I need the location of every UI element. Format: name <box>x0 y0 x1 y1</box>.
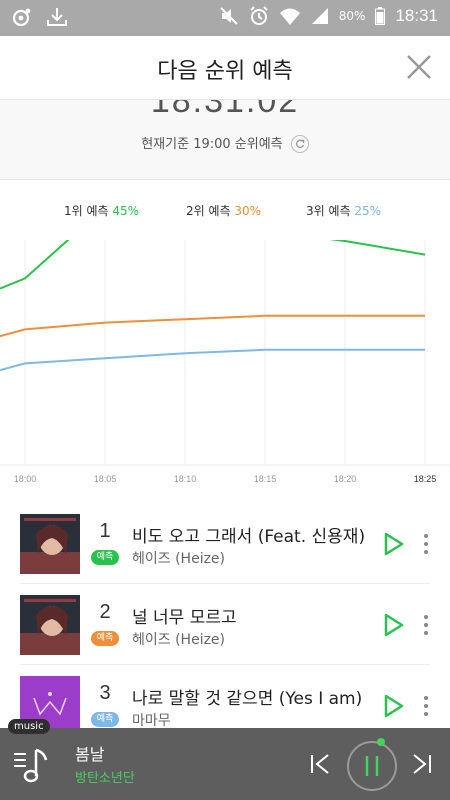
status-time: 18:31 <box>395 6 438 25</box>
play-icon[interactable] <box>383 532 405 556</box>
more-vertical-icon[interactable] <box>420 695 432 717</box>
x-tick-label: 18:00 <box>14 474 37 484</box>
prediction-badge: 예측 <box>91 712 119 727</box>
rank-number: 3 <box>99 682 111 704</box>
mini-player[interactable]: 봄날 방탄소년단 <box>0 728 450 800</box>
legend-label: 2위 예측 <box>186 204 235 218</box>
x-tick-label: 18:05 <box>94 474 117 484</box>
battery-icon <box>375 7 386 25</box>
list-item[interactable]: 1 예측 비도 오고 그래서 (Feat. 신용재) 헤이즈 (Heize) <box>20 503 430 584</box>
legend-label: 1위 예측 <box>64 204 113 218</box>
prediction-base-row: 현재기준 19:00 순위예측 <box>0 133 450 154</box>
prediction-clock-area: 18:31:02 현재기준 19:00 순위예측 <box>0 100 450 180</box>
legend-item-1: 1위 예측 45% <box>64 202 139 219</box>
album-cover[interactable] <box>20 514 80 574</box>
x-tick-label: 18:20 <box>334 474 357 484</box>
series-line-3 <box>0 348 425 372</box>
page-header: 다음 순위 예측 <box>0 36 450 100</box>
music-tag: music <box>8 719 50 734</box>
series-line-2 <box>0 314 425 338</box>
playlist-music-icon[interactable] <box>12 742 52 786</box>
battery-percent: 80% <box>338 9 366 23</box>
current-time-clock: 18:31:02 <box>150 100 300 120</box>
app-notification-icon <box>12 8 31 27</box>
rank-number: 1 <box>99 520 111 542</box>
skip-previous-icon[interactable] <box>308 752 332 776</box>
now-playing-title[interactable]: 봄날 <box>75 741 104 765</box>
chart-legend: 1위 예측 45% 2위 예측 30% 3위 예측 25% <box>0 202 450 222</box>
artist-name[interactable]: 헤이즈 (Heize) <box>132 548 367 568</box>
page-title: 다음 순위 예측 <box>157 59 293 84</box>
album-cover[interactable] <box>20 595 80 655</box>
legend-label: 3위 예측 <box>306 204 355 218</box>
status-bar: 80% 18:31 <box>0 0 450 36</box>
signal-icon <box>311 8 328 24</box>
artist-name[interactable]: 마마무 <box>132 710 367 730</box>
more-vertical-icon[interactable] <box>420 533 432 555</box>
song-title[interactable]: 나로 말할 것 같으면 (Yes I am) <box>132 684 367 709</box>
x-tick-label: 18:10 <box>174 474 197 484</box>
legend-item-2: 2위 예측 30% <box>186 202 261 219</box>
close-icon[interactable] <box>404 52 434 82</box>
artist-name[interactable]: 헤이즈 (Heize) <box>132 629 367 649</box>
prediction-badge: 예측 <box>91 550 119 565</box>
song-title[interactable]: 널 너무 모르고 <box>132 603 367 628</box>
series-line-1 <box>0 240 426 290</box>
legend-percent: 45% <box>112 204 140 218</box>
play-icon[interactable] <box>383 613 405 637</box>
legend-percent: 30% <box>234 204 262 218</box>
mute-icon <box>220 7 238 25</box>
skip-next-icon[interactable] <box>410 752 434 776</box>
prediction-badge: 예측 <box>91 631 119 646</box>
x-tick-label: 18:15 <box>254 474 277 484</box>
play-icon[interactable] <box>383 694 405 718</box>
rank-number: 2 <box>99 601 111 623</box>
x-tick-label: 18:25 <box>414 474 437 484</box>
song-title[interactable]: 비도 오고 그래서 (Feat. 신용재) <box>132 522 367 547</box>
download-icon <box>47 8 67 26</box>
now-playing-artist[interactable]: 방탄소년단 <box>75 767 135 786</box>
prediction-line-chart: 18:00 18:05 18:10 18:15 18:20 18:25 <box>0 240 450 484</box>
pause-icon[interactable] <box>344 736 400 792</box>
more-vertical-icon[interactable] <box>420 614 432 636</box>
wifi-icon <box>279 8 300 25</box>
prediction-base-text: 현재기준 19:00 순위예측 <box>141 137 283 152</box>
refresh-icon[interactable] <box>290 134 309 153</box>
alarm-icon <box>250 6 268 25</box>
legend-item-3: 3위 예측 25% <box>306 202 381 219</box>
legend-percent: 25% <box>354 204 382 218</box>
list-item[interactable]: 2 예측 널 너무 모르고 헤이즈 (Heize) <box>20 584 430 665</box>
prediction-song-list: 1 예측 비도 오고 그래서 (Feat. 신용재) 헤이즈 (Heize) 2… <box>0 503 450 746</box>
